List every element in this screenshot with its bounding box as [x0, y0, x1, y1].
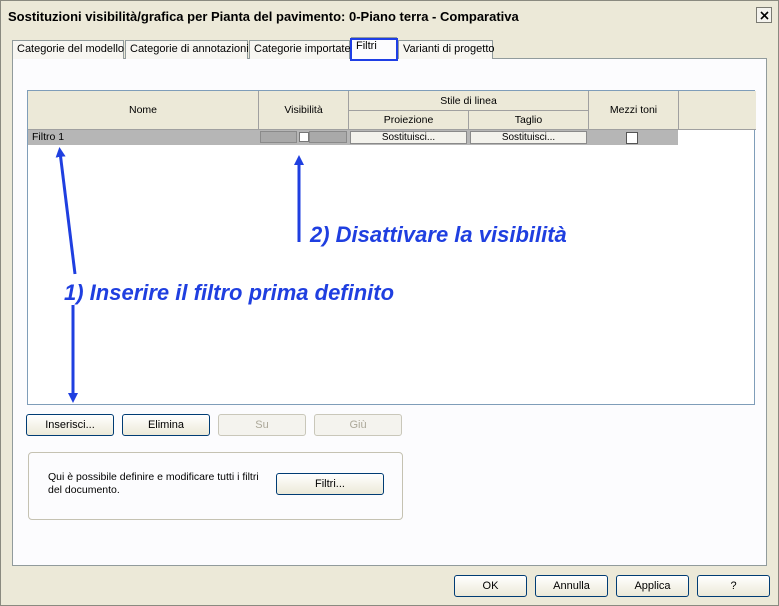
annotation-step-1: 1) Inserire il filtro prima definito: [64, 280, 395, 305]
tab-highlight-box: [350, 38, 398, 61]
arrow-up-to-row: [55, 147, 77, 275]
annotation-step-2: 2) Disattivare la visibilità: [310, 222, 567, 247]
